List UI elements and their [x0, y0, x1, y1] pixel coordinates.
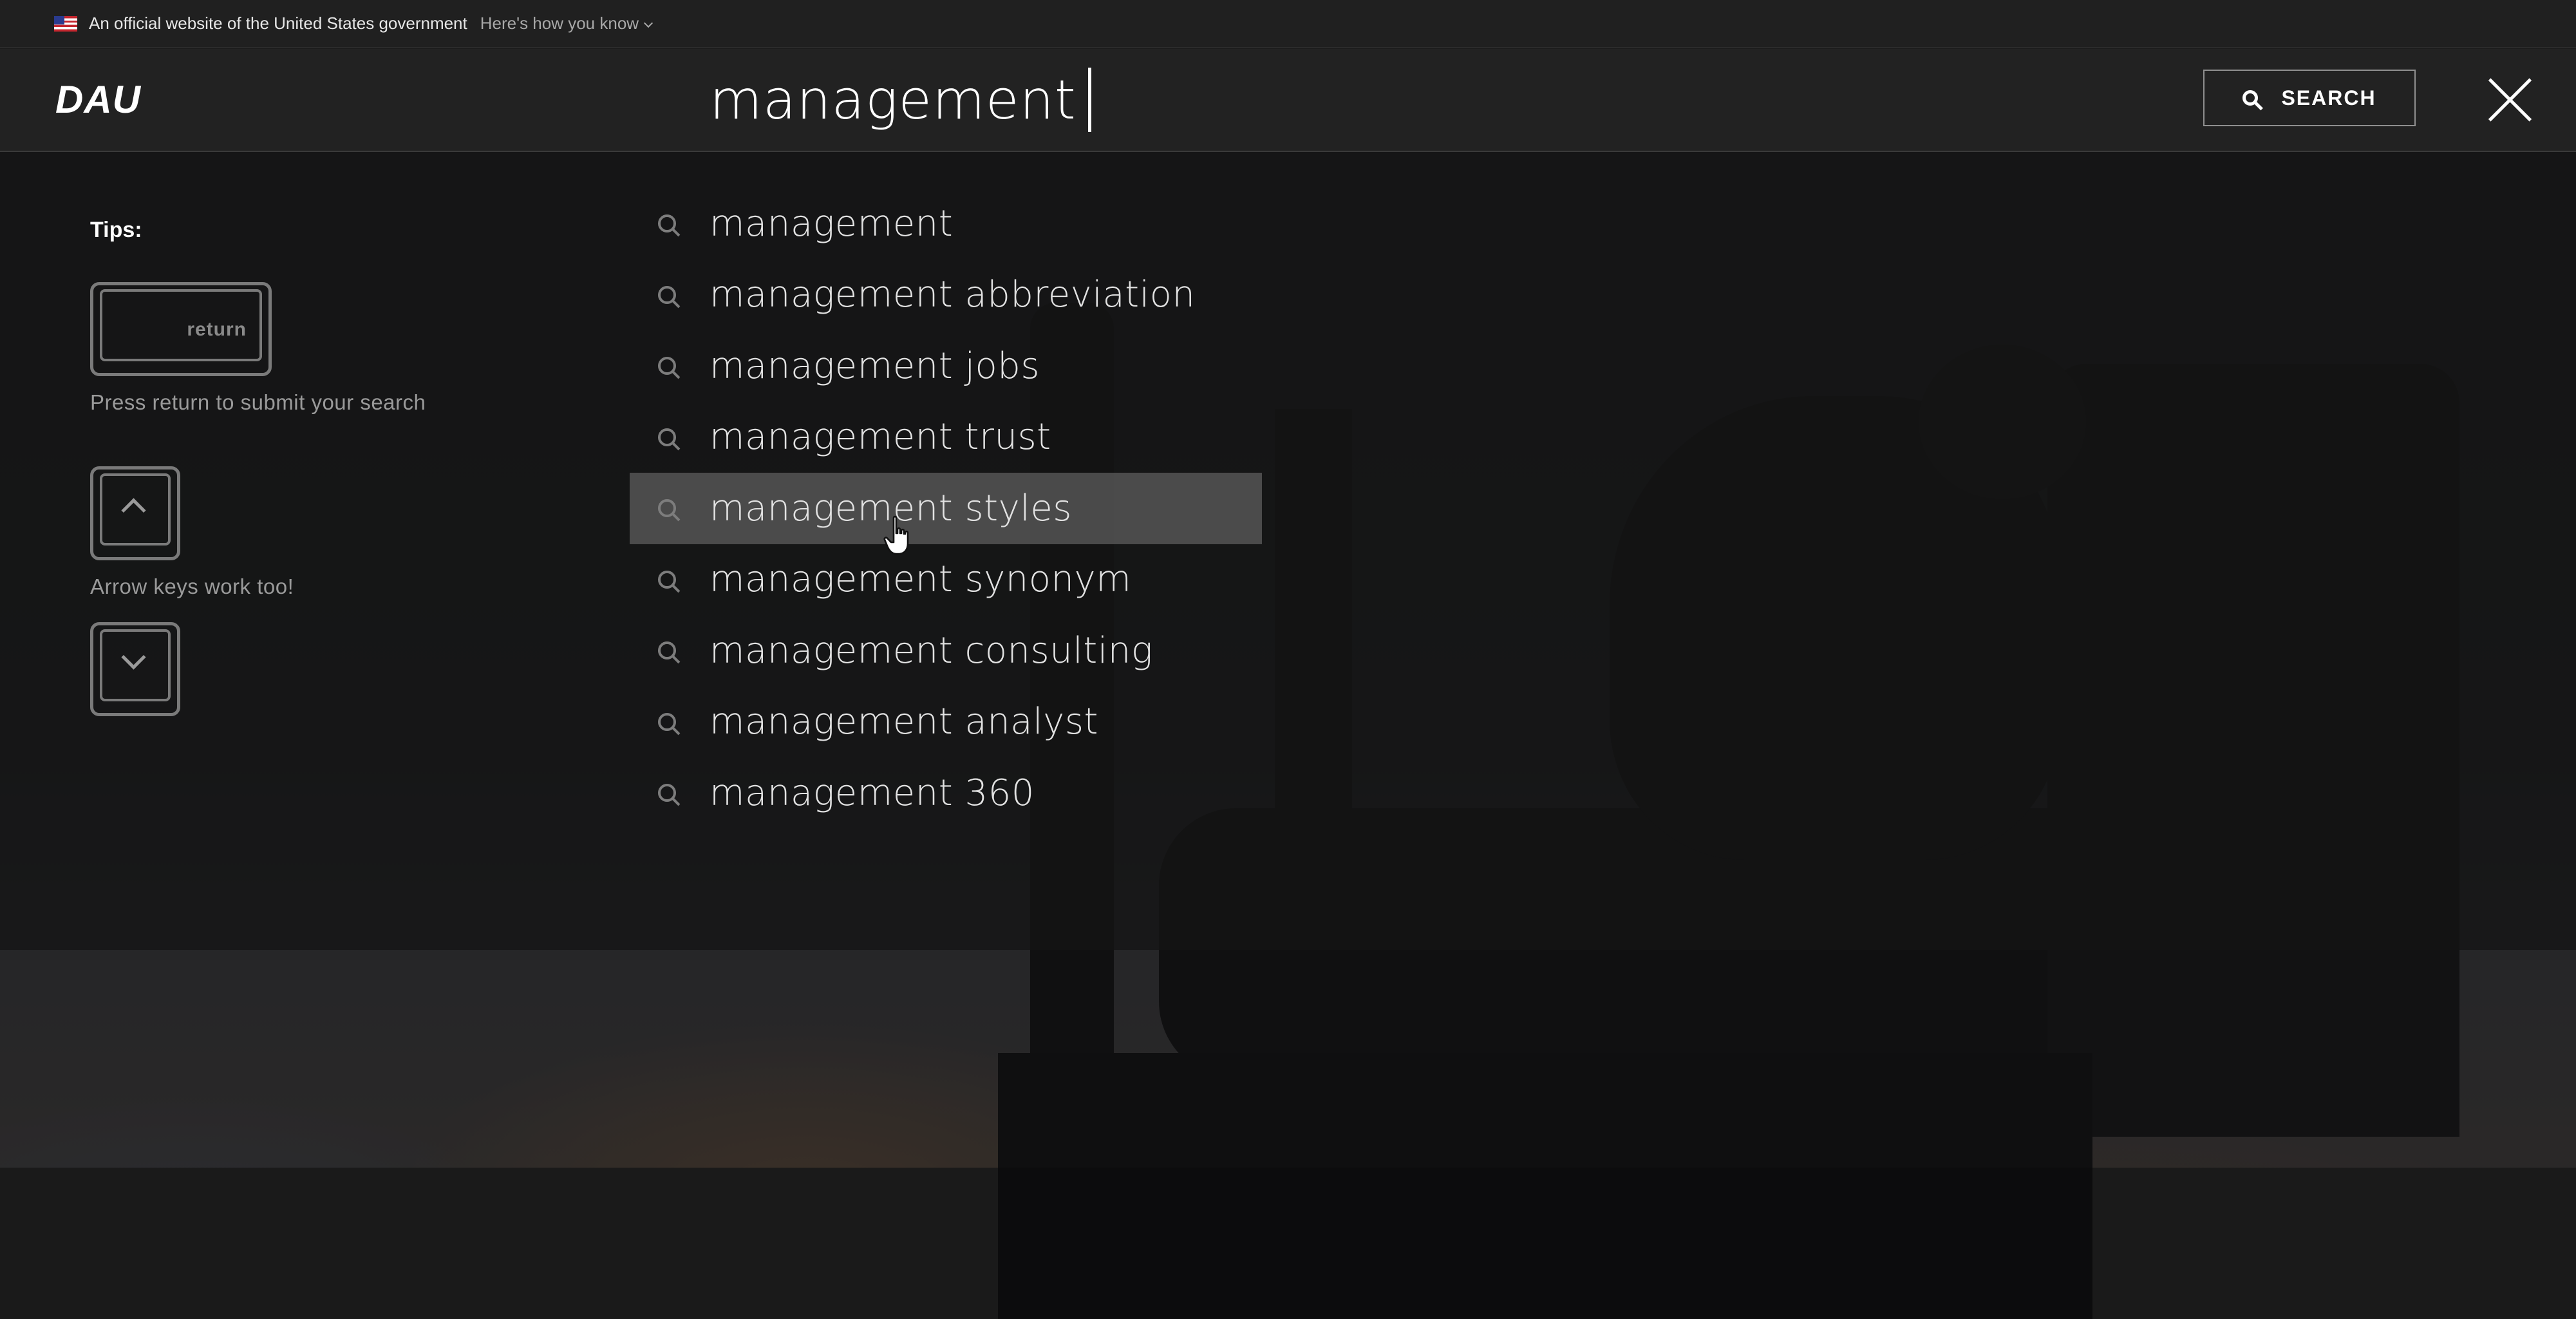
return-key-graphic: return	[90, 282, 272, 376]
overlay-lower	[0, 950, 2576, 1168]
suggestion-item[interactable]: management trust	[630, 402, 1262, 473]
search-overlay	[0, 151, 2576, 950]
arrows-tip-text: Arrow keys work too!	[90, 574, 294, 598]
search-icon	[658, 357, 676, 375]
suggestion-item[interactable]: management analyst	[630, 687, 1262, 758]
suggestion-item[interactable]: management	[630, 188, 1262, 260]
suggestion-item[interactable]: management 360	[630, 757, 1262, 829]
search-icon	[658, 784, 676, 802]
dau-logo[interactable]: DAU	[55, 77, 141, 122]
suggestion-item[interactable]: management jobs	[630, 330, 1262, 402]
suggestion-item[interactable]: management synonym	[630, 544, 1262, 616]
chevron-down-icon	[643, 18, 653, 28]
gov-banner: An official website of the United States…	[0, 0, 2576, 48]
suggestion-label: management	[710, 202, 954, 245]
search-header: DAU management SEARCH	[0, 49, 2576, 152]
up-key-graphic	[90, 466, 180, 560]
search-icon	[2242, 90, 2259, 106]
us-flag-icon	[54, 15, 77, 32]
search-button-label: SEARCH	[2281, 86, 2376, 109]
search-input[interactable]: management	[710, 68, 1076, 131]
suggestion-label: management 360	[710, 772, 1035, 814]
heres-how-you-know-label: Here's how you know	[480, 14, 639, 33]
suggestion-label: management jobs	[710, 345, 1040, 387]
suggestion-item[interactable]: management abbreviation	[630, 260, 1262, 331]
search-icon	[658, 499, 676, 518]
search-icon	[658, 285, 676, 304]
search-icon	[658, 641, 676, 660]
suggestion-list: management management abbreviation manag…	[630, 188, 1262, 829]
suggestion-label: management consulting	[710, 629, 1153, 672]
tips-title: Tips:	[90, 218, 142, 242]
search-icon	[658, 570, 676, 589]
search-icon	[658, 712, 676, 731]
search-input-wrap[interactable]: management	[710, 64, 2126, 135]
suggestion-label: management trust	[710, 416, 1051, 459]
suggestion-label: management abbreviation	[710, 274, 1196, 316]
heres-how-you-know-link[interactable]: Here's how you know	[480, 14, 653, 33]
return-tip-text: Press return to submit your search	[90, 390, 426, 414]
hand-cursor-icon	[883, 515, 909, 555]
suggestion-label: management analyst	[710, 701, 1098, 743]
search-button[interactable]: SEARCH	[2203, 70, 2416, 126]
close-icon[interactable]	[2484, 73, 2535, 125]
text-caret	[1087, 68, 1091, 132]
suggestion-item[interactable]: management consulting	[630, 615, 1262, 687]
down-key-graphic	[90, 622, 180, 716]
return-key-label: return	[187, 319, 247, 340]
search-icon	[658, 214, 676, 233]
suggestion-item-active[interactable]: management styles	[630, 473, 1262, 544]
search-icon	[658, 428, 676, 446]
gov-banner-text: An official website of the United States…	[89, 14, 467, 33]
suggestion-label: management synonym	[710, 558, 1132, 601]
